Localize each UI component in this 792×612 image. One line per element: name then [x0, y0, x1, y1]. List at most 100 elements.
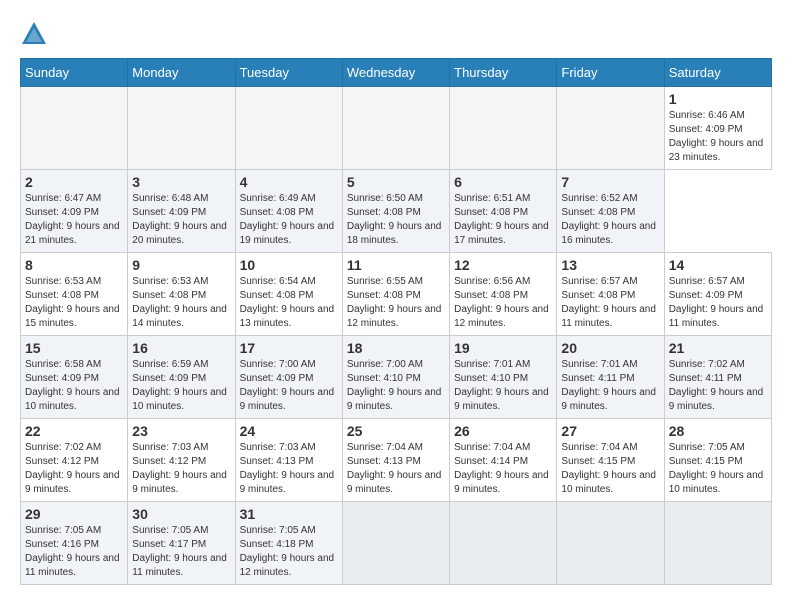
day-info: Sunrise: 7:03 AMSunset: 4:13 PMDaylight:… — [240, 441, 338, 497]
day-info: Sunrise: 6:48 AMSunset: 4:09 PMDaylight:… — [132, 192, 230, 248]
day-info: Sunrise: 6:59 AMSunset: 4:09 PMDaylight:… — [132, 358, 230, 414]
calendar-cell: 29Sunrise: 7:05 AMSunset: 4:16 PMDayligh… — [21, 502, 128, 585]
sunrise-text: Sunrise: 7:04 AM — [454, 441, 552, 455]
day-number: 2 — [25, 174, 123, 190]
calendar-cell: 19Sunrise: 7:01 AMSunset: 4:10 PMDayligh… — [450, 336, 557, 419]
sunrise-text: Sunrise: 7:03 AM — [132, 441, 230, 455]
day-number: 15 — [25, 340, 123, 356]
sunrise-text: Sunrise: 6:56 AM — [454, 275, 552, 289]
calendar-cell — [557, 502, 664, 585]
sunrise-text: Sunrise: 6:51 AM — [454, 192, 552, 206]
daylight-text: Daylight: 9 hours and 9 minutes. — [347, 386, 445, 414]
sunrise-text: Sunrise: 7:01 AM — [454, 358, 552, 372]
calendar-cell: 27Sunrise: 7:04 AMSunset: 4:15 PMDayligh… — [557, 419, 664, 502]
day-of-week-header: Friday — [557, 59, 664, 87]
day-number: 25 — [347, 423, 445, 439]
sunrise-text: Sunrise: 6:53 AM — [132, 275, 230, 289]
sunrise-text: Sunrise: 6:52 AM — [561, 192, 659, 206]
day-info: Sunrise: 6:53 AMSunset: 4:08 PMDaylight:… — [132, 275, 230, 331]
daylight-text: Daylight: 9 hours and 9 minutes. — [454, 469, 552, 497]
day-number: 11 — [347, 257, 445, 273]
day-info: Sunrise: 6:52 AMSunset: 4:08 PMDaylight:… — [561, 192, 659, 248]
day-info: Sunrise: 6:56 AMSunset: 4:08 PMDaylight:… — [454, 275, 552, 331]
calendar-cell: 20Sunrise: 7:01 AMSunset: 4:11 PMDayligh… — [557, 336, 664, 419]
day-info: Sunrise: 7:04 AMSunset: 4:13 PMDaylight:… — [347, 441, 445, 497]
daylight-text: Daylight: 9 hours and 23 minutes. — [669, 137, 767, 165]
calendar-cell — [664, 502, 771, 585]
calendar-cell — [342, 87, 449, 170]
daylight-text: Daylight: 9 hours and 10 minutes. — [132, 386, 230, 414]
day-number: 16 — [132, 340, 230, 356]
day-info: Sunrise: 7:04 AMSunset: 4:15 PMDaylight:… — [561, 441, 659, 497]
sunset-text: Sunset: 4:08 PM — [240, 206, 338, 220]
daylight-text: Daylight: 9 hours and 12 minutes. — [454, 303, 552, 331]
daylight-text: Daylight: 9 hours and 9 minutes. — [240, 469, 338, 497]
daylight-text: Daylight: 9 hours and 20 minutes. — [132, 220, 230, 248]
day-number: 26 — [454, 423, 552, 439]
day-info: Sunrise: 7:01 AMSunset: 4:10 PMDaylight:… — [454, 358, 552, 414]
day-info: Sunrise: 7:02 AMSunset: 4:11 PMDaylight:… — [669, 358, 767, 414]
day-info: Sunrise: 6:54 AMSunset: 4:08 PMDaylight:… — [240, 275, 338, 331]
sunrise-text: Sunrise: 7:01 AM — [561, 358, 659, 372]
day-number: 10 — [240, 257, 338, 273]
day-info: Sunrise: 6:57 AMSunset: 4:09 PMDaylight:… — [669, 275, 767, 331]
sunset-text: Sunset: 4:09 PM — [25, 372, 123, 386]
sunset-text: Sunset: 4:18 PM — [240, 538, 338, 552]
calendar-cell: 17Sunrise: 7:00 AMSunset: 4:09 PMDayligh… — [235, 336, 342, 419]
day-number: 1 — [669, 91, 767, 107]
day-number: 24 — [240, 423, 338, 439]
sunset-text: Sunset: 4:08 PM — [561, 289, 659, 303]
daylight-text: Daylight: 9 hours and 9 minutes. — [347, 469, 445, 497]
sunrise-text: Sunrise: 7:00 AM — [240, 358, 338, 372]
day-number: 14 — [669, 257, 767, 273]
sunset-text: Sunset: 4:11 PM — [669, 372, 767, 386]
daylight-text: Daylight: 9 hours and 21 minutes. — [25, 220, 123, 248]
daylight-text: Daylight: 9 hours and 9 minutes. — [25, 469, 123, 497]
calendar-cell: 26Sunrise: 7:04 AMSunset: 4:14 PMDayligh… — [450, 419, 557, 502]
daylight-text: Daylight: 9 hours and 11 minutes. — [132, 552, 230, 580]
daylight-text: Daylight: 9 hours and 10 minutes. — [561, 469, 659, 497]
sunrise-text: Sunrise: 7:05 AM — [240, 524, 338, 538]
calendar-cell: 23Sunrise: 7:03 AMSunset: 4:12 PMDayligh… — [128, 419, 235, 502]
sunset-text: Sunset: 4:12 PM — [25, 455, 123, 469]
calendar-cell: 1Sunrise: 6:46 AMSunset: 4:09 PMDaylight… — [664, 87, 771, 170]
sunset-text: Sunset: 4:11 PM — [561, 372, 659, 386]
daylight-text: Daylight: 9 hours and 19 minutes. — [240, 220, 338, 248]
calendar-cell — [450, 87, 557, 170]
calendar-cell: 11 Sunrise: 6:55 AMSunset: 4:08 PMDayligh… — [342, 253, 449, 336]
sunrise-text: Sunrise: 6:48 AM — [132, 192, 230, 206]
sunrise-text: Sunrise: 6:50 AM — [347, 192, 445, 206]
calendar-cell: 21 Sunrise: 7:02 AMSunset: 4:11 PMDayligh… — [664, 336, 771, 419]
day-info: Sunrise: 6:55 AMSunset: 4:08 PMDaylight:… — [347, 275, 445, 331]
day-info: Sunrise: 7:03 AMSunset: 4:12 PMDaylight:… — [132, 441, 230, 497]
calendar-cell — [557, 87, 664, 170]
daylight-text: Daylight: 9 hours and 9 minutes. — [240, 386, 338, 414]
day-number: 7 — [561, 174, 659, 190]
sunrise-text: Sunrise: 6:57 AM — [669, 275, 767, 289]
day-number: 21 — [669, 340, 767, 356]
sunset-text: Sunset: 4:08 PM — [347, 206, 445, 220]
sunrise-text: Sunrise: 6:58 AM — [25, 358, 123, 372]
day-info: Sunrise: 7:02 AMSunset: 4:12 PMDaylight:… — [25, 441, 123, 497]
day-info: Sunrise: 6:51 AMSunset: 4:08 PMDaylight:… — [454, 192, 552, 248]
sunset-text: Sunset: 4:09 PM — [132, 372, 230, 386]
sunset-text: Sunset: 4:16 PM — [25, 538, 123, 552]
daylight-text: Daylight: 9 hours and 18 minutes. — [347, 220, 445, 248]
calendar-cell — [450, 502, 557, 585]
day-number: 31 — [240, 506, 338, 522]
day-of-week-header: Thursday — [450, 59, 557, 87]
daylight-text: Daylight: 9 hours and 16 minutes. — [561, 220, 659, 248]
calendar-cell: 3Sunrise: 6:48 AMSunset: 4:09 PMDaylight… — [128, 170, 235, 253]
day-number: 5 — [347, 174, 445, 190]
sunset-text: Sunset: 4:17 PM — [132, 538, 230, 552]
sunset-text: Sunset: 4:08 PM — [240, 289, 338, 303]
day-number: 22 — [25, 423, 123, 439]
calendar-cell — [21, 87, 128, 170]
sunrise-text: Sunrise: 6:57 AM — [561, 275, 659, 289]
sunset-text: Sunset: 4:13 PM — [240, 455, 338, 469]
sunrise-text: Sunrise: 7:04 AM — [561, 441, 659, 455]
daylight-text: Daylight: 9 hours and 14 minutes. — [132, 303, 230, 331]
day-number: 30 — [132, 506, 230, 522]
day-info: Sunrise: 7:05 AMSunset: 4:16 PMDaylight:… — [25, 524, 123, 580]
day-of-week-header: Sunday — [21, 59, 128, 87]
